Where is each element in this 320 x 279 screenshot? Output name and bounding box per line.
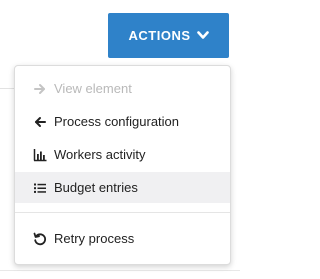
menu-item-view-element[interactable]: View element (15, 73, 230, 104)
chevron-down-icon (196, 31, 209, 40)
background-divider (0, 270, 240, 271)
arrow-right-icon (33, 82, 47, 96)
menu-item-workers-activity[interactable]: Workers activity (15, 139, 230, 170)
menu-divider (15, 212, 230, 213)
menu-item-label: Workers activity (54, 147, 146, 162)
retry-icon (33, 232, 47, 246)
actions-button-label: ACTIONS (128, 28, 191, 43)
actions-button[interactable]: ACTIONS (108, 13, 229, 58)
menu-item-process-configuration[interactable]: Process configuration (15, 106, 230, 137)
menu-item-retry-process[interactable]: Retry process (15, 223, 230, 254)
bar-chart-icon (33, 148, 47, 162)
background-divider (0, 88, 14, 89)
actions-dropdown-menu: View element Process configuration Worke… (14, 65, 231, 265)
arrow-left-icon (33, 115, 47, 129)
menu-item-label: View element (54, 81, 132, 96)
list-icon (33, 181, 47, 195)
menu-item-label: Process configuration (54, 114, 180, 129)
menu-item-budget-entries[interactable]: Budget entries (15, 172, 230, 203)
menu-item-label: Retry process (54, 231, 135, 246)
menu-item-label: Budget entries (54, 180, 138, 195)
